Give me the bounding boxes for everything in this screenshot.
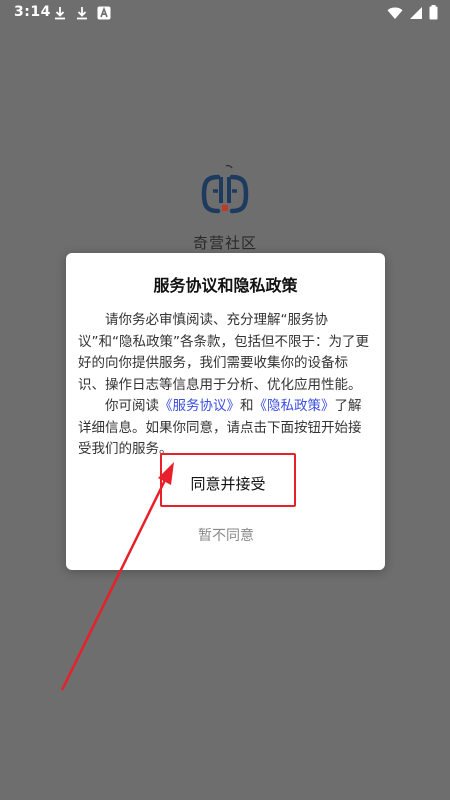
status-time: 3:14 [14,4,51,20]
app-logo-icon [201,164,249,214]
privacy-dialog: 服务协议和隐私政策 请你务必审慎阅读、充分理解“服务协议”和“隐私政策”各条款，… [66,253,385,570]
font-app-icon [97,6,111,20]
paragraph-2-and: 和 [240,398,254,414]
status-bar: 3:14 [0,0,450,26]
dialog-paragraph-2: 你可阅读《服务协议》和《隐私政策》了解详细信息。如果你同意，请点击下面按钮开始接… [78,396,374,461]
dialog-body: 请你务必审慎阅读、充分理解“服务协议”和“隐私政策”各条款，包括但不限于：为了更… [78,310,374,461]
service-agreement-link[interactable]: 《服务协议》 [159,398,240,414]
dialog-paragraph-1: 请你务必审慎阅读、充分理解“服务协议”和“隐私政策”各条款，包括但不限于：为了更… [78,312,369,393]
download-icon [55,7,65,20]
highlight-annotation-box [160,453,296,507]
wifi-icon [387,7,403,19]
paragraph-2-prefix: 你可阅读 [105,398,159,414]
signal-icon [410,6,422,19]
privacy-policy-link[interactable]: 《隐私政策》 [254,398,335,414]
battery-icon [429,5,438,20]
dialog-title: 服务协议和隐私政策 [153,276,298,295]
decline-button[interactable]: 暂不同意 [174,522,278,550]
download-icon [77,7,87,20]
app-name: 奇营社区 [192,234,257,252]
